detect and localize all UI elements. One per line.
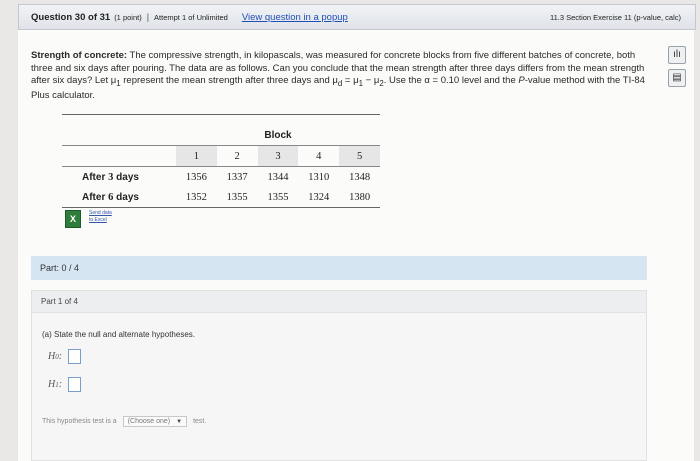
test-type-line: This hypothesis test is a (Choose one) ▼ … (42, 416, 206, 427)
excel-icon: X (65, 210, 81, 228)
part-progress-bar: Part: 0 / 4 (31, 256, 647, 280)
question-number: Question 30 of 31 (31, 11, 111, 23)
calculator-icon[interactable]: ▤ (668, 69, 686, 87)
table-header-block: Block (264, 129, 292, 141)
row-label: After 6 days (62, 187, 176, 208)
problem-title: Strength of concrete: (31, 50, 128, 61)
part-card: Part 1 of 4 (a) State the null and alter… (31, 290, 647, 461)
table-cell: 1355 (216, 187, 258, 208)
table-cell: 1352 (175, 187, 217, 208)
attempt-count: Attempt 1 of Unlimited (154, 12, 228, 22)
question-points: (1 point) (114, 12, 142, 22)
part-prompt: (a) State the null and alternate hypothe… (42, 330, 195, 339)
bar-chart-icon[interactable]: ılı (668, 46, 686, 64)
view-in-popup-link[interactable]: View question in a popup (242, 12, 348, 23)
column-header: 2 (216, 145, 258, 167)
test-type-prefix: This hypothesis test is a (42, 418, 117, 425)
alternate-hypothesis-row: H1: (48, 377, 82, 392)
part-subheader: Part 1 of 4 (32, 291, 646, 313)
problem-statement: Strength of concrete: The compressive st… (31, 50, 645, 102)
header-separator: | (146, 12, 150, 22)
table-cell: 1380 (339, 187, 380, 208)
table-cell: 1310 (308, 171, 330, 183)
side-tools: ılı ▤ (668, 46, 686, 92)
test-type-select[interactable]: (Choose one) ▼ (122, 416, 188, 427)
column-header: 5 (339, 145, 380, 167)
data-table: Block 1 2 3 4 5 After 3 days 1356 1337 1… (62, 114, 380, 208)
table-row: After 6 days 1352 1355 1355 1324 1380 (62, 187, 380, 208)
table-cell: 1324 (298, 187, 340, 208)
column-header: 1 (175, 145, 217, 167)
alternate-hypothesis-input[interactable] (68, 377, 82, 392)
table-cell: 1356 (185, 171, 207, 183)
table-cell: 1355 (257, 187, 299, 208)
row-label: After 3 days (82, 171, 139, 183)
table-cell: 1344 (267, 171, 289, 183)
dropdown-arrow-icon: ▼ (176, 418, 183, 425)
question-header-bar: Question 30 of 31 (1 point) | Attempt 1 … (18, 4, 696, 30)
test-type-suffix: test. (193, 418, 207, 425)
send-to-excel-button[interactable]: X Send data to Excel (65, 210, 112, 228)
table-row: After 3 days 1356 1337 1344 1310 1348 (62, 167, 380, 188)
send-to-excel-link[interactable]: Send data to Excel (89, 210, 112, 224)
table-cell: 1337 (226, 171, 248, 183)
column-header: 3 (257, 145, 299, 167)
question-panel: Strength of concrete: The compressive st… (18, 30, 694, 461)
null-hypothesis-input[interactable] (68, 349, 82, 364)
null-hypothesis-row: H0: (48, 349, 82, 364)
section-label: 11.3 Section Exercise 11 (p-value, calc) (549, 12, 681, 22)
column-header: 4 (298, 145, 340, 167)
table-cell: 1348 (349, 171, 371, 183)
